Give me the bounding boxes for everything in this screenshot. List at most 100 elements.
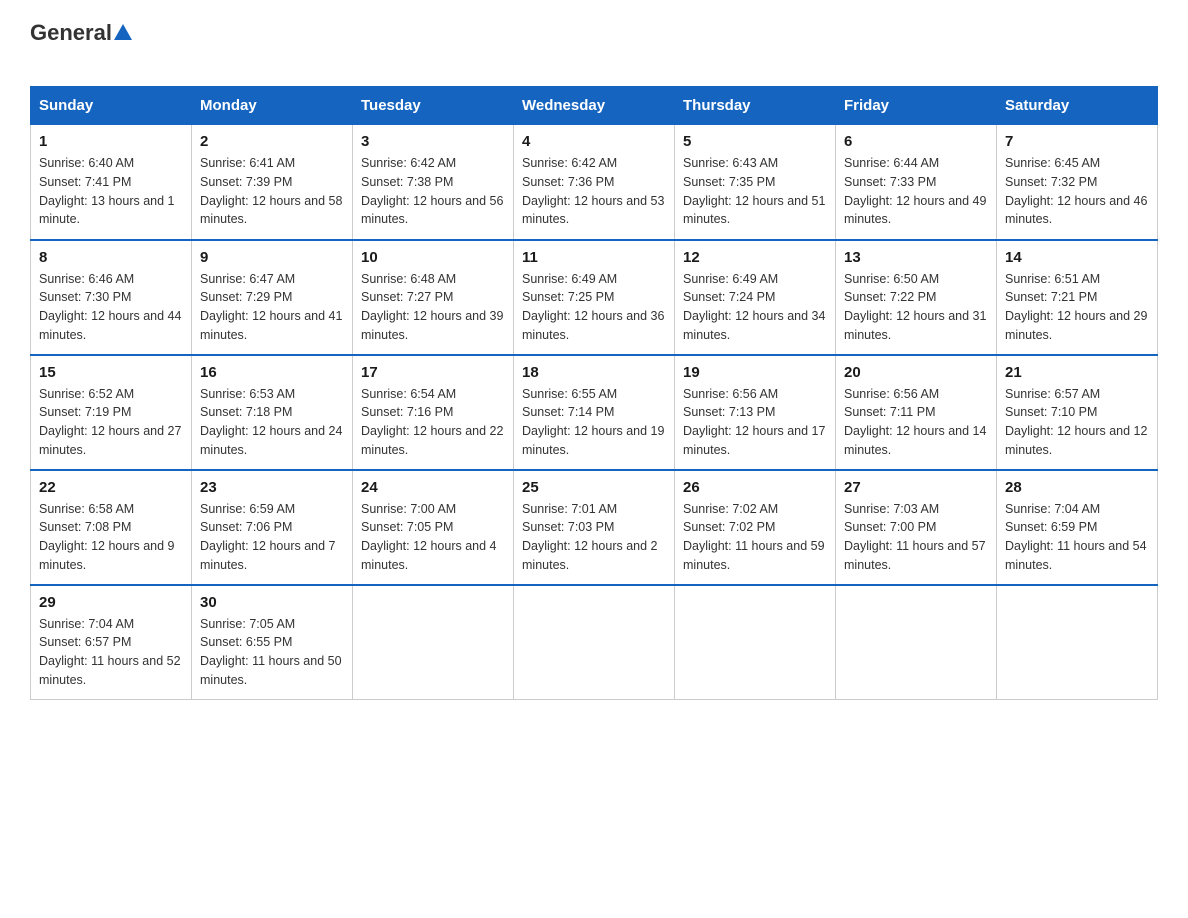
logo-general: General — [30, 20, 112, 46]
week-row-4: 22 Sunrise: 6:58 AM Sunset: 7:08 PM Dayl… — [31, 470, 1158, 585]
day-info: Sunrise: 6:57 AM Sunset: 7:10 PM Dayligh… — [1005, 385, 1149, 460]
day-info: Sunrise: 7:03 AM Sunset: 7:00 PM Dayligh… — [844, 500, 988, 575]
day-info: Sunrise: 6:44 AM Sunset: 7:33 PM Dayligh… — [844, 154, 988, 229]
day-cell: 12 Sunrise: 6:49 AM Sunset: 7:24 PM Dayl… — [675, 240, 836, 355]
day-info: Sunrise: 6:45 AM Sunset: 7:32 PM Dayligh… — [1005, 154, 1149, 229]
day-number: 12 — [683, 249, 827, 266]
week-row-2: 8 Sunrise: 6:46 AM Sunset: 7:30 PM Dayli… — [31, 240, 1158, 355]
day-info: Sunrise: 6:46 AM Sunset: 7:30 PM Dayligh… — [39, 270, 183, 345]
day-info: Sunrise: 6:55 AM Sunset: 7:14 PM Dayligh… — [522, 385, 666, 460]
column-header-tuesday: Tuesday — [353, 87, 514, 125]
day-number: 14 — [1005, 249, 1149, 266]
day-info: Sunrise: 6:50 AM Sunset: 7:22 PM Dayligh… — [844, 270, 988, 345]
page-header: General — [30, 20, 1158, 68]
day-number: 20 — [844, 364, 988, 381]
calendar-body: 1 Sunrise: 6:40 AM Sunset: 7:41 PM Dayli… — [31, 125, 1158, 700]
day-number: 11 — [522, 249, 666, 266]
logo-text: General — [30, 20, 134, 46]
day-cell: 29 Sunrise: 7:04 AM Sunset: 6:57 PM Dayl… — [31, 585, 192, 700]
day-cell: 28 Sunrise: 7:04 AM Sunset: 6:59 PM Dayl… — [997, 470, 1158, 585]
day-cell: 3 Sunrise: 6:42 AM Sunset: 7:38 PM Dayli… — [353, 125, 514, 240]
day-info: Sunrise: 7:04 AM Sunset: 6:57 PM Dayligh… — [39, 615, 183, 690]
day-cell: 27 Sunrise: 7:03 AM Sunset: 7:00 PM Dayl… — [836, 470, 997, 585]
day-cell: 22 Sunrise: 6:58 AM Sunset: 7:08 PM Dayl… — [31, 470, 192, 585]
day-info: Sunrise: 6:56 AM Sunset: 7:13 PM Dayligh… — [683, 385, 827, 460]
day-info: Sunrise: 6:52 AM Sunset: 7:19 PM Dayligh… — [39, 385, 183, 460]
day-cell: 24 Sunrise: 7:00 AM Sunset: 7:05 PM Dayl… — [353, 470, 514, 585]
day-number: 13 — [844, 249, 988, 266]
day-info: Sunrise: 7:05 AM Sunset: 6:55 PM Dayligh… — [200, 615, 344, 690]
day-cell: 18 Sunrise: 6:55 AM Sunset: 7:14 PM Dayl… — [514, 355, 675, 470]
day-cell — [514, 585, 675, 700]
day-cell: 4 Sunrise: 6:42 AM Sunset: 7:36 PM Dayli… — [514, 125, 675, 240]
day-info: Sunrise: 6:54 AM Sunset: 7:16 PM Dayligh… — [361, 385, 505, 460]
column-header-wednesday: Wednesday — [514, 87, 675, 125]
day-info: Sunrise: 6:59 AM Sunset: 7:06 PM Dayligh… — [200, 500, 344, 575]
day-cell: 19 Sunrise: 6:56 AM Sunset: 7:13 PM Dayl… — [675, 355, 836, 470]
day-info: Sunrise: 6:42 AM Sunset: 7:38 PM Dayligh… — [361, 154, 505, 229]
day-cell: 17 Sunrise: 6:54 AM Sunset: 7:16 PM Dayl… — [353, 355, 514, 470]
day-info: Sunrise: 6:40 AM Sunset: 7:41 PM Dayligh… — [39, 154, 183, 229]
day-cell — [836, 585, 997, 700]
day-number: 25 — [522, 479, 666, 496]
day-cell: 8 Sunrise: 6:46 AM Sunset: 7:30 PM Dayli… — [31, 240, 192, 355]
day-number: 27 — [844, 479, 988, 496]
day-cell: 5 Sunrise: 6:43 AM Sunset: 7:35 PM Dayli… — [675, 125, 836, 240]
day-info: Sunrise: 6:42 AM Sunset: 7:36 PM Dayligh… — [522, 154, 666, 229]
column-header-friday: Friday — [836, 87, 997, 125]
day-cell: 2 Sunrise: 6:41 AM Sunset: 7:39 PM Dayli… — [192, 125, 353, 240]
day-info: Sunrise: 6:49 AM Sunset: 7:24 PM Dayligh… — [683, 270, 827, 345]
day-cell: 7 Sunrise: 6:45 AM Sunset: 7:32 PM Dayli… — [997, 125, 1158, 240]
day-cell: 23 Sunrise: 6:59 AM Sunset: 7:06 PM Dayl… — [192, 470, 353, 585]
column-header-monday: Monday — [192, 87, 353, 125]
day-info: Sunrise: 7:04 AM Sunset: 6:59 PM Dayligh… — [1005, 500, 1149, 575]
day-number: 9 — [200, 249, 344, 266]
day-number: 1 — [39, 133, 183, 150]
day-info: Sunrise: 7:00 AM Sunset: 7:05 PM Dayligh… — [361, 500, 505, 575]
day-number: 17 — [361, 364, 505, 381]
day-info: Sunrise: 6:56 AM Sunset: 7:11 PM Dayligh… — [844, 385, 988, 460]
day-info: Sunrise: 6:43 AM Sunset: 7:35 PM Dayligh… — [683, 154, 827, 229]
day-info: Sunrise: 6:49 AM Sunset: 7:25 PM Dayligh… — [522, 270, 666, 345]
calendar-table: SundayMondayTuesdayWednesdayThursdayFrid… — [30, 86, 1158, 700]
day-cell: 14 Sunrise: 6:51 AM Sunset: 7:21 PM Dayl… — [997, 240, 1158, 355]
week-row-1: 1 Sunrise: 6:40 AM Sunset: 7:41 PM Dayli… — [31, 125, 1158, 240]
calendar-header-row: SundayMondayTuesdayWednesdayThursdayFrid… — [31, 87, 1158, 125]
day-info: Sunrise: 6:41 AM Sunset: 7:39 PM Dayligh… — [200, 154, 344, 229]
day-number: 7 — [1005, 133, 1149, 150]
column-header-thursday: Thursday — [675, 87, 836, 125]
day-number: 3 — [361, 133, 505, 150]
day-info: Sunrise: 7:01 AM Sunset: 7:03 PM Dayligh… — [522, 500, 666, 575]
day-cell — [997, 585, 1158, 700]
day-number: 28 — [1005, 479, 1149, 496]
day-cell: 25 Sunrise: 7:01 AM Sunset: 7:03 PM Dayl… — [514, 470, 675, 585]
day-info: Sunrise: 6:53 AM Sunset: 7:18 PM Dayligh… — [200, 385, 344, 460]
day-cell: 10 Sunrise: 6:48 AM Sunset: 7:27 PM Dayl… — [353, 240, 514, 355]
day-info: Sunrise: 6:51 AM Sunset: 7:21 PM Dayligh… — [1005, 270, 1149, 345]
day-number: 2 — [200, 133, 344, 150]
day-number: 4 — [522, 133, 666, 150]
day-cell — [675, 585, 836, 700]
day-number: 26 — [683, 479, 827, 496]
logo: General — [30, 20, 134, 68]
day-cell: 6 Sunrise: 6:44 AM Sunset: 7:33 PM Dayli… — [836, 125, 997, 240]
week-row-5: 29 Sunrise: 7:04 AM Sunset: 6:57 PM Dayl… — [31, 585, 1158, 700]
day-number: 16 — [200, 364, 344, 381]
day-cell: 30 Sunrise: 7:05 AM Sunset: 6:55 PM Dayl… — [192, 585, 353, 700]
day-cell: 16 Sunrise: 6:53 AM Sunset: 7:18 PM Dayl… — [192, 355, 353, 470]
day-number: 24 — [361, 479, 505, 496]
day-info: Sunrise: 7:02 AM Sunset: 7:02 PM Dayligh… — [683, 500, 827, 575]
day-cell: 13 Sunrise: 6:50 AM Sunset: 7:22 PM Dayl… — [836, 240, 997, 355]
column-header-sunday: Sunday — [31, 87, 192, 125]
day-number: 29 — [39, 594, 183, 611]
day-number: 10 — [361, 249, 505, 266]
day-number: 5 — [683, 133, 827, 150]
day-number: 23 — [200, 479, 344, 496]
logo-triangle-icon — [113, 22, 133, 44]
week-row-3: 15 Sunrise: 6:52 AM Sunset: 7:19 PM Dayl… — [31, 355, 1158, 470]
day-info: Sunrise: 6:48 AM Sunset: 7:27 PM Dayligh… — [361, 270, 505, 345]
day-number: 22 — [39, 479, 183, 496]
day-number: 15 — [39, 364, 183, 381]
day-number: 30 — [200, 594, 344, 611]
column-header-saturday: Saturday — [997, 87, 1158, 125]
